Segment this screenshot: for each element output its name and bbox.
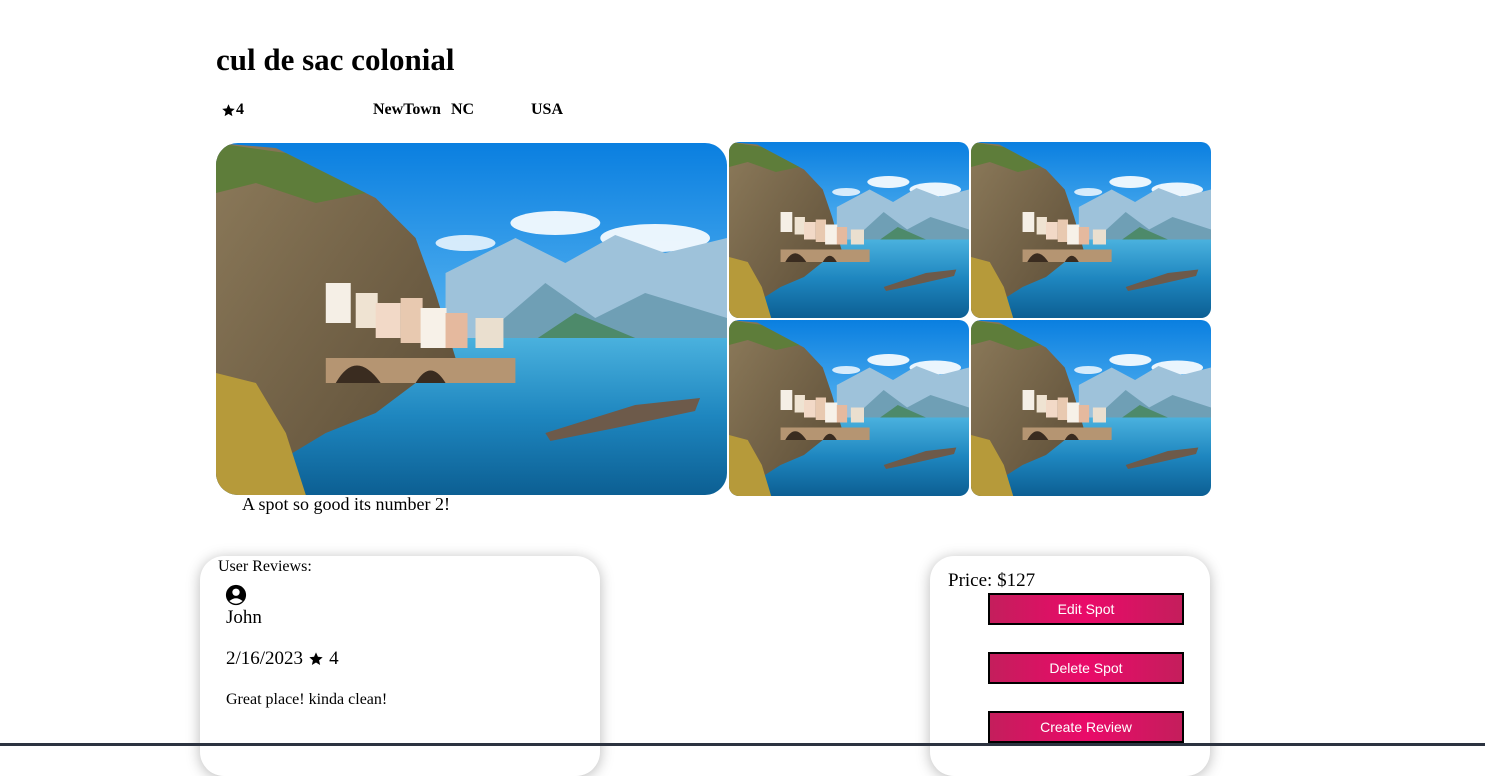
star-icon [308,651,324,667]
edit-spot-button[interactable]: Edit Spot [988,593,1184,625]
review-text: Great place! kinda clean! [226,691,388,708]
spot-title: cul de sac colonial [216,42,455,77]
price-label: Price: $127 [948,570,1036,591]
delete-spot-button[interactable]: Delete Spot [988,652,1184,684]
review-username: John [226,607,262,628]
spot-description: A spot so good its number 2! [242,494,451,514]
reviews-heading: User Reviews: [218,558,312,575]
star-icon [221,103,236,118]
spot-city: NewTown [373,101,441,118]
spot-rating-value: 4 [236,101,244,118]
create-review-button[interactable]: Create Review [988,711,1184,743]
review-rating: 4 [329,648,339,669]
spot-country: USA [531,101,564,118]
spot-rating: 4 [221,101,244,119]
thumbnail-photo [971,142,1211,318]
main-photo [216,143,727,495]
review-date-rating: 2/16/2023 4 [226,648,339,670]
user-circle-icon [225,584,247,606]
spot-state: NC [451,101,475,118]
thumbnail-photo [729,320,969,496]
thumbnail-photo [729,142,969,318]
review-date: 2/16/2023 [226,648,304,669]
thumbnail-photo [971,320,1211,496]
